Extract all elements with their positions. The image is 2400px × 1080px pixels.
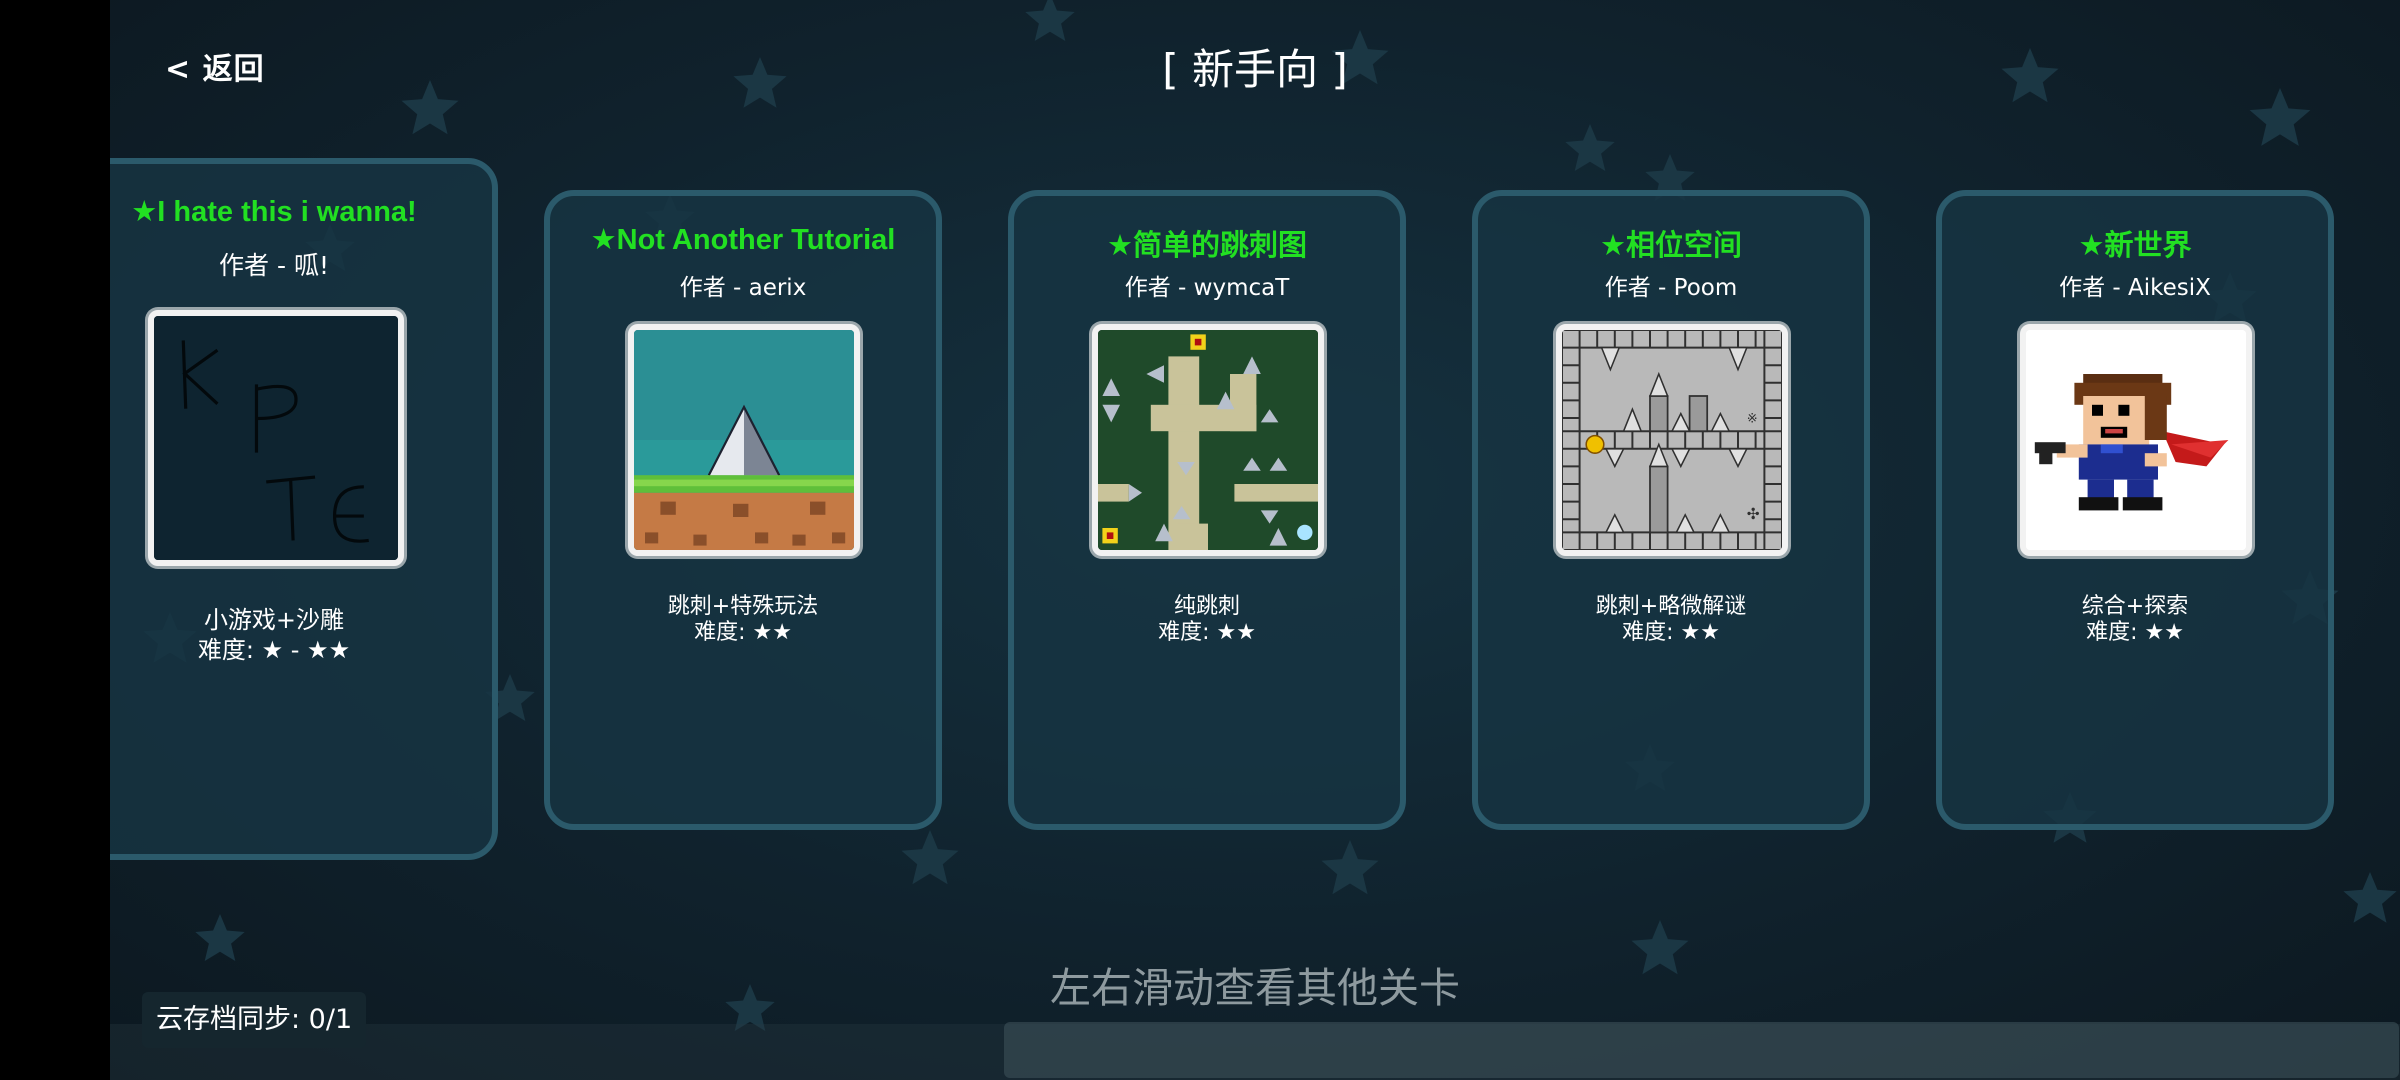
level-card-1[interactable]: ★Not Another Tutorial 作者 - aerix 跳刺+特殊玩法… <box>544 190 942 830</box>
level-thumbnail <box>148 310 404 566</box>
level-card-2[interactable]: ★简单的跳刺图 作者 - wymcaT 纯跳刺 难度: ★★ <box>1008 190 1406 830</box>
cloud-sync-status[interactable]: 云存档同步: 0/1 <box>142 992 367 1048</box>
maze-map-thumbnail <box>1098 330 1318 550</box>
level-card-0[interactable]: z ★I hate this i wanna! 作者 - 呱! 小游戏+沙雕 难… <box>110 158 498 860</box>
level-thumbnail <box>628 324 860 556</box>
background-star-icon <box>1321 840 1379 895</box>
level-select-screen: < 返回 [ 新手向 ] z ★I hate this i wanna! 作者 … <box>110 0 2400 1080</box>
spike-grass-thumbnail <box>634 330 854 550</box>
background-star-icon <box>2343 872 2397 923</box>
svg-text:✣: ✣ <box>1747 505 1760 523</box>
level-card-3[interactable]: ★相位空间 作者 - Poom ※ ✣ 跳刺+略微解谜 难度: ★★ <box>1472 190 1870 830</box>
kid-character-thumbnail <box>2026 330 2246 550</box>
level-title: ★I hate this i wanna! <box>131 196 417 228</box>
level-title: ★相位空间 <box>1600 230 1742 262</box>
level-thumbnail <box>2020 324 2252 556</box>
level-difficulty: 难度: ★★ <box>694 620 792 645</box>
level-card-4[interactable]: ★新世界 作者 - AikesiX 综合+探索 难度: ★★ <box>1936 190 2334 830</box>
level-thumbnail: ※ ✣ <box>1556 324 1788 556</box>
level-title: ★新世界 <box>2078 230 2192 262</box>
svg-text:※: ※ <box>1747 411 1758 426</box>
page-title: [ 新手向 ] <box>1162 45 1348 94</box>
bottom-bar <box>1004 1022 2399 1078</box>
level-title: ★简单的跳刺图 <box>1107 230 1307 262</box>
level-difficulty: 难度: ★★ <box>1158 620 1256 645</box>
background-star-icon <box>901 830 959 885</box>
grey-blocks-thumbnail: ※ ✣ <box>1562 330 1782 550</box>
level-author: 作者 - 呱! <box>219 251 329 280</box>
level-difficulty: 难度: ★★ <box>2086 620 2184 645</box>
level-difficulty: 难度: ★★ <box>1622 620 1720 645</box>
background-star-icon <box>1025 0 1075 41</box>
handwriting-thumbnail <box>154 316 398 560</box>
level-thumbnail <box>1092 324 1324 556</box>
level-title: ★Not Another Tutorial <box>590 224 896 256</box>
level-author: 作者 - wymcaT <box>1124 275 1290 301</box>
level-author: 作者 - AikesiX <box>2059 275 2211 301</box>
background-star-icon <box>1565 124 1615 171</box>
level-author: 作者 - aerix <box>679 275 807 301</box>
swipe-hint: 左右滑动查看其他关卡 <box>1050 964 1460 1012</box>
level-author: 作者 - Poom <box>1604 275 1738 301</box>
level-difficulty: 难度: ★ - ★★ <box>197 636 351 664</box>
